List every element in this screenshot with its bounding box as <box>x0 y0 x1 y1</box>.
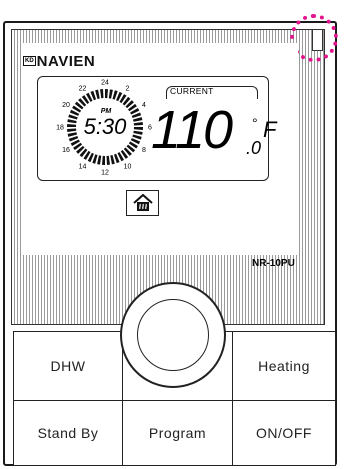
temperature-value: 110 <box>151 100 233 160</box>
clock-hour-label: 8 <box>142 147 146 154</box>
brand-name: NAVIEN <box>36 52 96 70</box>
clock-hour-label: 16 <box>62 147 70 154</box>
clock-segment <box>102 155 105 165</box>
clock-segment <box>110 155 115 165</box>
clock-segment <box>133 130 143 135</box>
clock-hour-label: 24 <box>101 80 109 87</box>
standby-button[interactable]: Stand By <box>13 400 123 466</box>
clock-hour-label: 12 <box>101 170 109 177</box>
onoff-button[interactable]: ON/OFF <box>232 400 336 466</box>
clock-segment <box>133 127 143 130</box>
current-label: CURRENT <box>170 86 214 96</box>
temperature-decimal: .0 <box>246 138 262 158</box>
heating-button[interactable]: Heating <box>232 331 336 401</box>
clock-segment <box>106 155 110 165</box>
clock-segment <box>67 128 77 132</box>
clock-segment <box>108 89 113 99</box>
program-button[interactable]: Program <box>122 400 233 466</box>
clock-hour-label: 10 <box>124 163 132 170</box>
brand-prefix: KD <box>23 56 36 66</box>
clock-segment <box>95 89 100 99</box>
temperature-unit: F <box>263 117 277 142</box>
brand-logo: KD NAVIEN <box>23 52 96 70</box>
clock-segment <box>97 155 102 165</box>
dhw-button[interactable]: DHW <box>13 331 123 401</box>
clock-hour-label: 20 <box>62 102 70 109</box>
display-panel: KD NAVIEN 2 4 6 8 10 12 14 16 18 20 22 24 PM 5:30 C… <box>23 43 298 255</box>
heating-mode-icon <box>126 190 159 216</box>
clock-segment <box>67 132 77 137</box>
clock-hour-label: 22 <box>79 86 87 93</box>
clock-hour-label: 18 <box>56 125 64 132</box>
clock-hour-label: 4 <box>142 102 146 109</box>
model-number: NR-10PU <box>252 258 295 269</box>
clock-time: 5:30 <box>84 114 128 139</box>
clock-segment <box>100 89 104 99</box>
clock-segment <box>133 117 143 122</box>
clock-hour-label: 14 <box>79 163 87 170</box>
clock-hour-label: 2 <box>126 86 130 93</box>
degree-icon: ° <box>252 115 258 131</box>
clock-segment <box>67 124 77 127</box>
clock-segment <box>105 89 108 99</box>
clock-segment <box>133 122 143 126</box>
temperature-dial-knob[interactable] <box>137 299 209 371</box>
clock-segment <box>67 119 77 124</box>
